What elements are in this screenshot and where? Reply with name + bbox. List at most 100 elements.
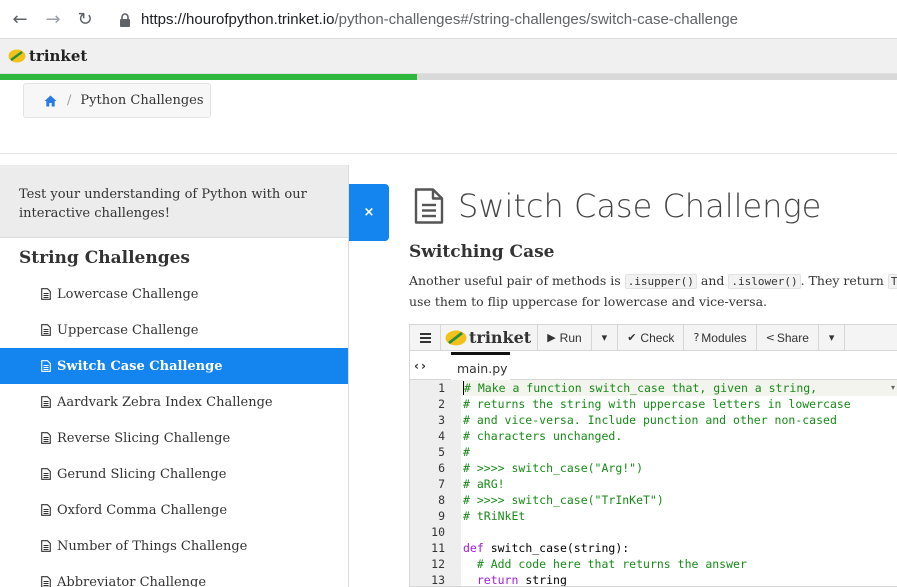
header-divider [0,153,897,154]
line-number: 10 [410,524,461,540]
file-tab-main[interactable]: main.py [451,352,510,380]
sidebar-item[interactable]: Aardvark Zebra Index Challenge [0,384,348,420]
close-sidebar-button[interactable]: × [349,184,389,241]
code-text: # characters unchanged. [461,428,622,444]
code-keyword: def [463,541,484,555]
document-icon [41,504,51,516]
line-number: 1 [410,380,461,396]
line-number: 4 [410,428,461,444]
code-line: 7 # aRG! [410,476,897,492]
caret-down-icon: ▾ [601,331,608,344]
code-comment: # Make a function switch_case that, give… [463,381,818,395]
code-line: 9 # tRiNkEt [410,508,897,524]
description-line-1: Another useful pair of methods is .isupp… [409,271,897,292]
code-text: # Add code here that returns the answer [461,556,747,572]
back-arrow-icon[interactable]: ← [9,9,31,31]
code-comment: # >>>> switch_case("TrInKeT") [463,493,664,507]
file-nav-arrows-icon[interactable]: ‹› [414,359,428,373]
run-options-dropdown[interactable]: ▾ [592,325,619,351]
share-icon: < [765,331,775,344]
brand-name: trinket [29,47,88,65]
run-label: Run [559,330,582,345]
breadcrumb: / Python Challenges [23,83,211,118]
desc-text: and [696,273,729,288]
sidebar-item-label: Oxford Comma Challenge [57,502,228,518]
code-text: # aRG! [461,476,505,492]
forward-arrow-icon[interactable]: → [42,9,64,31]
share-button[interactable]: < Share [757,325,819,351]
code-text: # Make a function switch_case that, give… [461,380,897,396]
sidebar-item[interactable]: Lowercase Challenge [0,276,348,312]
progress-fill [0,74,418,80]
breadcrumb-current[interactable]: Python Challenges [80,93,203,108]
code-line: 8 # >>>> switch_case("TrInKeT") [410,492,897,508]
document-icon [41,432,51,444]
breadcrumb-separator: / [67,93,72,108]
page-title: Switch Case Challenge [458,187,822,225]
sidebar-item[interactable]: Switch Case Challenge [0,348,348,384]
code-comment: # tRiNkEt [463,509,526,523]
reload-icon[interactable]: ↻ [74,9,96,31]
sidebar-item[interactable]: Number of Things Challenge [0,528,348,564]
sidebar-item-label: Switch Case Challenge [57,358,223,374]
code-comment: # characters unchanged. [463,429,623,443]
sidebar-intro: Test your understanding of Python with o… [0,165,348,238]
trinket-logo-icon [445,330,467,345]
run-button[interactable]: ▶ Run [538,325,592,351]
line-number: 2 [410,396,461,412]
home-icon[interactable] [44,95,57,107]
fold-arrow-icon[interactable]: ▾ [891,380,895,396]
line-number: 13 [410,572,461,586]
description-line-2: use them to flip uppercase for lowercase… [409,294,768,309]
code-line: 11 ▾ def switch_case(string): [410,383,897,556]
check-label: Check [640,330,675,345]
description: Another useful pair of methods is .isupp… [409,271,897,312]
code-body: switch_case(string): [483,541,630,555]
line-number: 12 [410,556,461,572]
code-line: 1 # Make a function switch_case that, giv… [410,380,897,396]
sidebar-item[interactable]: Oxford Comma Challenge [0,492,348,528]
sidebar-item-label: Aardvark Zebra Index Challenge [57,394,273,410]
line-number: 8 [410,492,461,508]
share-options-dropdown[interactable]: ▾ [819,325,846,351]
intro-line: interactive challenges! [19,206,170,221]
intro-line: Test your understanding of Python with o… [19,187,307,202]
code-keyword: return [476,573,519,587]
menu-button[interactable] [410,325,441,351]
address-bar[interactable]: https://hourofpython.trinket.io/python-c… [141,11,738,28]
check-button[interactable]: ✔ Check [618,325,685,351]
line-number: 3 [410,412,461,428]
code-isupper: .isupper() [624,274,697,289]
sidebar-item[interactable]: Abbreviator Challenge [0,564,348,587]
editor-brand-name: trinket [469,328,532,347]
document-icon [41,576,51,587]
code-line: 5 # [410,444,897,460]
trinket-logo[interactable]: trinket [8,47,87,65]
sidebar-item-label: Uppercase Challenge [57,322,199,338]
file-tabs: ‹› main.py [410,351,897,380]
document-icon [414,188,444,224]
editor-brand[interactable]: trinket [441,325,539,351]
line-number: 9 [410,508,461,524]
desc-text: Another useful pair of methods is [409,273,625,288]
browser-toolbar: ← → ↻ https://hourofpython.trinket.io/py… [0,0,897,39]
modules-label: Modules [701,330,747,345]
line-number: 5 [410,444,461,460]
sidebar-item[interactable]: Uppercase Challenge [0,312,348,348]
code-text: # >>>> switch_case("TrInKeT") [461,492,664,508]
sidebar-item-label: Gerund Slicing Challenge [57,466,227,482]
document-icon [41,324,51,336]
code-comment: # and vice-versa. Include punction and o… [463,413,837,427]
code-line: 6 # >>>> switch_case("Arg!") [410,460,897,476]
code-comment: # returns the string with uppercase lett… [463,397,851,411]
caret-down-icon: ▾ [828,331,835,344]
modules-button[interactable]: ? Modules [684,325,757,351]
code-editor[interactable]: 1 # Make a function switch_case that, giv… [410,380,897,587]
sidebar-item[interactable]: Gerund Slicing Challenge [0,456,348,492]
hamburger-icon [420,332,431,343]
sidebar-item[interactable]: Reverse Slicing Challenge [0,420,348,456]
code-text: return string [461,572,567,587]
code-line: 12 # Add code here that returns the answ… [410,556,897,572]
